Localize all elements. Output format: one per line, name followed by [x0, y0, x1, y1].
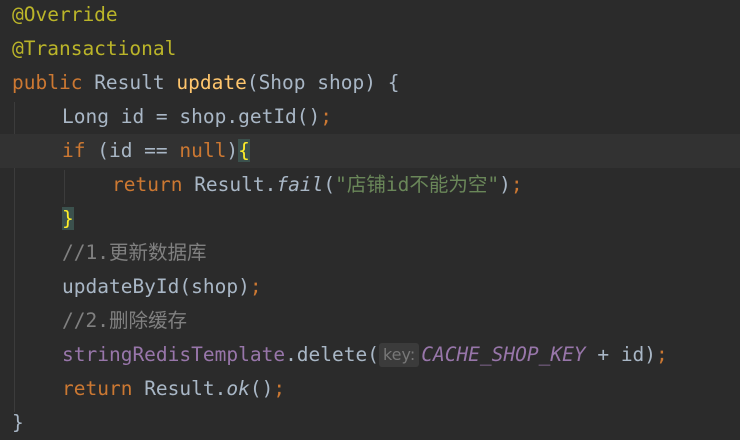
condition-close: ): [226, 139, 239, 162]
semicolon: ;: [656, 343, 668, 366]
code-line-11[interactable]: stringRedisTemplate.delete(key: CACHE_SHO…: [62, 338, 740, 372]
paren-open: (: [323, 173, 336, 196]
keyword-return: return: [62, 377, 133, 400]
code-line-10[interactable]: //2.删除缓存: [62, 304, 740, 338]
keyword-public: public: [12, 71, 83, 94]
code-line-6[interactable]: return Result.fail("店铺id不能为空");: [112, 168, 740, 202]
paren-close: ): [499, 173, 511, 196]
method-name: update: [176, 71, 247, 94]
code-line-5-current[interactable]: if (id == null){: [0, 134, 740, 168]
code-line-7[interactable]: }: [62, 202, 740, 236]
statement-text: updateById(shop): [62, 275, 250, 298]
concat-id: + id): [585, 343, 657, 366]
statement-text: Long id = shop.getId(): [62, 105, 321, 128]
code-line-13[interactable]: }: [12, 406, 740, 440]
closing-brace: }: [12, 411, 24, 434]
semicolon: ;: [510, 173, 523, 196]
semicolon: ;: [249, 275, 262, 298]
keyword-if: if: [62, 139, 86, 162]
code-line-2[interactable]: @Transactional: [12, 32, 740, 66]
parameter-hint: key:: [378, 343, 420, 367]
brace-match-close: }: [62, 207, 74, 230]
annotation-transactional: @Transactional: [12, 37, 177, 60]
code-line-9[interactable]: updateById(shop);: [62, 270, 740, 304]
code-line-1[interactable]: @Override: [12, 0, 740, 32]
keyword-null: null: [179, 139, 227, 162]
delete-call: .delete(: [285, 343, 379, 366]
code-line-12[interactable]: return Result.ok();: [62, 372, 740, 406]
call-parens: (): [249, 377, 274, 400]
code-line-3[interactable]: public Result update(Shop shop) {: [12, 66, 740, 100]
annotation-override: @Override: [12, 3, 118, 26]
comment-update-db: //1.更新数据库: [62, 241, 207, 264]
static-method-fail: fail: [276, 173, 324, 196]
code-line-4[interactable]: Long id = shop.getId();: [62, 100, 740, 134]
brace-match-open: {: [238, 139, 250, 162]
semicolon: ;: [320, 105, 333, 128]
result-ref: Result.: [182, 173, 277, 196]
semicolon: ;: [273, 377, 286, 400]
field-string-redis-template: stringRedisTemplate: [62, 343, 286, 366]
code-editor[interactable]: @Override @Transactional public Result u…: [0, 0, 740, 439]
constant-cache-shop-key: CACHE_SHOP_KEY: [421, 343, 586, 366]
result-ref: Result.: [132, 377, 227, 400]
condition-text: (id ==: [85, 139, 180, 162]
keyword-return: return: [112, 173, 183, 196]
string-literal: "店铺id不能为空": [335, 173, 500, 196]
comment-delete-cache: //2.删除缓存: [62, 309, 187, 332]
method-params: (Shop shop) {: [246, 71, 400, 94]
return-type: Result: [82, 71, 177, 94]
code-line-8[interactable]: //1.更新数据库: [62, 236, 740, 270]
indent-guide: [64, 170, 65, 204]
static-method-ok: ok: [226, 377, 250, 400]
